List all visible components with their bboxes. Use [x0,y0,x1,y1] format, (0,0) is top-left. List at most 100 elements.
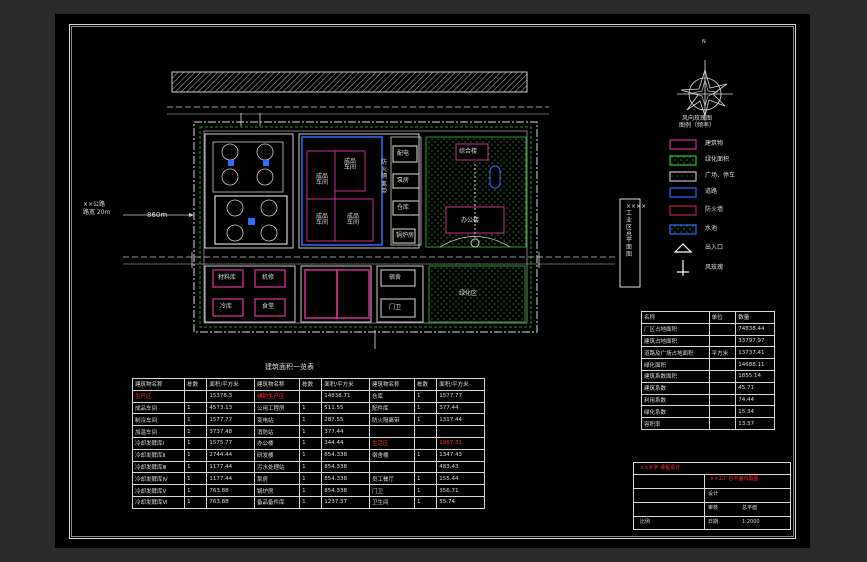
rose-caption-b: 图例（频率） [679,121,716,129]
table-cell: 1 [414,413,438,427]
tech-th-3: 数量 [735,311,775,324]
table-cell: 854.338 [321,484,370,497]
table-row: 制冷车间 1 1577.77 变电站 1 287.55 防火隔离带 1 1317.44 [131,413,485,427]
table-cell: 1 [414,401,438,415]
tech-cell-value: 1855.14 [735,369,775,383]
office-2-label: 办公楼 [461,217,480,224]
table-row: 生产区 15378.3 辅助生产区 14838.71 仓库 1 1577.77 [131,389,485,403]
table-cell: 1 [299,413,323,427]
tech-cell-name: 建筑系数面积 [641,369,710,383]
table-cell: 1 [299,495,323,509]
legend-label-3: 广场、停车 [705,172,736,179]
table-cell: 员工餐厅 [368,472,416,486]
table-cell: 防火隔离带 [368,413,416,427]
table-cell: 1 [184,401,208,415]
table-cell: 1 [414,448,438,462]
table-cell: 1317.44 [436,413,485,427]
drawing-sheet: 成品 车间 成品 车间 成品 车间 成品 车间 防火隔离带 综合楼 办公楼 绿化区 配电… [55,14,810,548]
table-cell: 356.71 [436,484,485,497]
table-cell: 344.44 [321,436,370,450]
tech-cell-value: 13737.41 [735,346,775,360]
table-row: 冷却发酵库Ⅲ 1 1177.44 污水处理站 1 854.338 483.43 [131,460,485,474]
th-1: 建筑物名称 [131,378,186,391]
small-6-label: 机修 [262,274,275,281]
th-7: 建筑物名称 [368,378,416,391]
tech-cell-name: 利用系数 [641,393,710,407]
th-3: 面积/平方米 [206,378,255,391]
wind-rose [677,60,733,120]
ws-4-label: 成品 车间 [347,214,359,226]
table-cell: 511.55 [321,401,370,415]
table-cell: 1 [299,436,323,450]
tb-r3-a: 日期 [708,519,719,525]
tech-row: 利用系数 74.44 [641,393,775,407]
table-cell: 办公楼 [253,436,301,450]
table-cell: 1 [414,495,438,509]
tech-cell-value: 14688.11 [735,358,775,371]
th-6: 面积/平方米 [321,378,370,391]
north-label: N [702,39,706,45]
small-1-label: 配电 [397,150,410,157]
title-project: ××工厂总平面布置图 [710,476,759,482]
table-row: 冷却发酵库Ⅳ 1 1177.44 泵房 1 854.338 员工餐厅 1 155.44 [131,472,485,486]
tech-cell-name: 容积率 [641,417,710,430]
ws-1-label: 成品 车间 [316,174,330,186]
vertical-title: ××××工业区总平面图 [626,203,647,259]
small-8-label: 食堂 [262,303,275,310]
table-header-row: 建筑物名称 栋数 面积/平方米 建筑物名称 栋数 面积/平方米 建筑物名称 栋数… [131,378,485,391]
table-cell: 仓库 [368,389,416,403]
tech-cell-name: 建筑占地面积 [641,334,710,348]
tech-row: 厂区占地面积 74838.44 [641,322,775,336]
tech-row: 道路及广场占地面积 平方米 13737.41 [641,346,775,360]
table-cell: 公用工程房 [253,401,301,415]
legend-label-8: 风玫瑰 [705,264,724,271]
tech-cell-unit [708,334,737,348]
table-cell: 1237.37 [321,495,370,509]
entrance-note-a: ××公路 [83,201,106,208]
table-cell: 冷却发酵库Ⅲ [131,460,186,474]
ws-4-b: 车间 [347,219,360,226]
bottom-mid-block [300,265,372,323]
tech-cell-name: 道路及广场占地面积 [641,346,710,360]
table-cell: 生活区 [368,436,416,450]
table-cell [368,425,416,438]
table-cell: 消防站 [253,425,301,438]
tb-r2-b: 总平面 [742,505,758,511]
rose-caption: 风向玫瑰图 图例（频率） [679,115,716,129]
th-5: 栋数 [299,378,323,391]
tech-row: 绿化系数 15.34 [641,405,775,419]
table-cell: 377.44 [321,425,370,438]
table-cell: 1177.44 [206,460,255,474]
table-cell: 1 [184,448,208,462]
table-cell: 配件库 [368,401,416,415]
table-cell: 1575.77 [206,436,255,450]
office-label: 综合楼 [459,148,478,155]
table-cell: 变电站 [253,413,301,427]
table-cell: 854.338 [321,472,370,486]
table-row: 冷却发酵库Ⅴ 1 763.88 锅炉房 1 854.338 门卫 1 356.71 [131,484,485,497]
ws-1-b: 车间 [316,179,329,186]
table-cell: 成品车间 [131,401,186,415]
tech-cell-unit [708,322,737,336]
small-2-label: 泵房 [397,177,410,184]
table-cell: 1 [184,495,208,509]
table-row: 冷却发酵库Ⅰ 1 1575.77 办公楼 1 344.44 生活区 1987.31 [131,436,485,450]
tech-row: 容积率 13.37 [641,417,775,430]
tech-cell-value: 33797.97 [735,334,775,348]
tech-row: 建筑系数面积 1855.14 [641,369,775,383]
table-cell: 55.74 [436,495,485,509]
tech-table: 名称 单位 数量 厂区占地面积 74838.44 建筑占地面积 33797.97 道路及… [641,311,775,430]
tech-cell-value: 45.71 [735,381,775,395]
table-cell: 宿舍楼 [368,448,416,462]
table-cell [184,389,208,403]
table-cell: 1 [414,389,438,403]
table-row: 成品车间 1 4573.13 公用工程房 1 511.55 配件库 1 377.44 [131,401,485,415]
table-cell: 泵房 [253,472,301,486]
table-cell: 1 [184,413,208,427]
table-cell: 1 [299,460,323,474]
table-cell: 备品备件库 [253,495,301,509]
building-table-title: 建筑面积一览表 [265,363,314,371]
entrance-note: ××公路 路宽 20m [83,201,110,218]
tech-header-row: 名称 单位 数量 [641,311,775,324]
table-cell: 1 [184,436,208,450]
